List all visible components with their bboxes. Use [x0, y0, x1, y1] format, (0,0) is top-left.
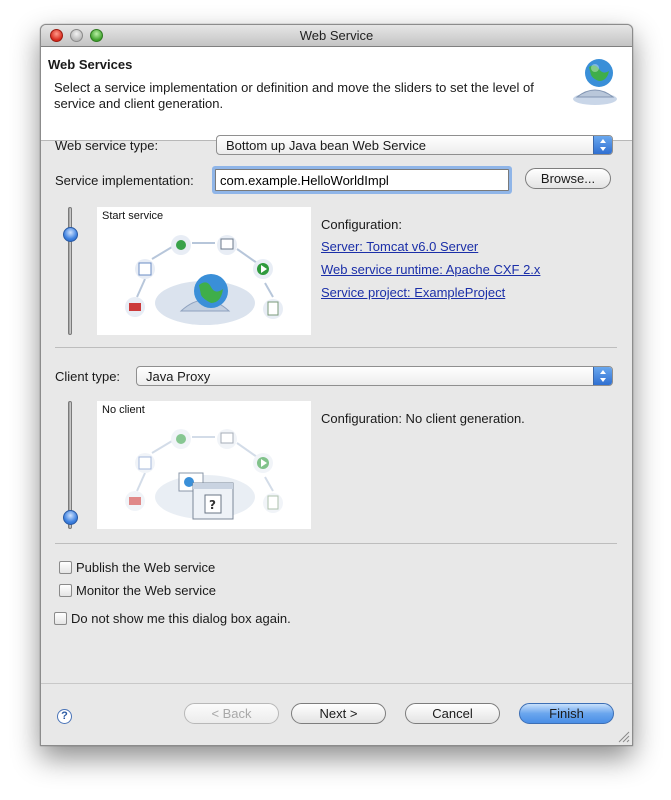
next-button[interactable]: Next > [291, 703, 386, 724]
separator [55, 347, 617, 348]
service-project-link[interactable]: Service project: ExampleProject [321, 285, 505, 300]
service-preview: Start service [97, 207, 311, 335]
service-preview-label: Start service [102, 210, 164, 222]
web-service-type-label: Web service type: [55, 138, 159, 153]
publish-checkbox[interactable] [59, 561, 72, 574]
browse-button[interactable]: Browse... [525, 168, 611, 189]
title-bar[interactable]: Web Service [41, 25, 632, 47]
unknown-client-icon: ? [178, 472, 234, 520]
service-implementation-label: Service implementation: [55, 173, 194, 188]
globe-server-icon [573, 59, 617, 105]
publish-label[interactable]: Publish the Web service [76, 560, 215, 575]
client-configuration-text: Configuration: No client generation. [321, 411, 525, 426]
web-service-runtime-link[interactable]: Web service runtime: Apache CXF 2.x [321, 262, 540, 277]
client-type-value: Java Proxy [146, 369, 211, 384]
service-slider-knob[interactable] [63, 227, 78, 242]
finish-button[interactable]: Finish [519, 703, 614, 724]
monitor-label[interactable]: Monitor the Web service [76, 583, 216, 598]
client-type-label: Client type: [55, 369, 121, 384]
banner-description: Select a service implementation or defin… [54, 80, 534, 111]
resize-grip-icon[interactable] [618, 731, 630, 743]
service-lifecycle-diagram [125, 235, 283, 325]
cancel-button[interactable]: Cancel [405, 703, 500, 724]
window-title: Web Service [299, 28, 374, 43]
help-icon[interactable]: ? [57, 709, 72, 724]
client-type-dropdown[interactable]: Java Proxy [136, 366, 613, 386]
banner-title: Web Services [48, 57, 133, 72]
svg-text:?: ? [209, 498, 216, 512]
web-service-type-value: Bottom up Java bean Web Service [226, 138, 426, 153]
stepper-arrows-icon [593, 136, 612, 154]
service-implementation-field[interactable] [215, 169, 509, 191]
client-preview: No client ? [97, 401, 311, 529]
dont-show-again-label[interactable]: Do not show me this dialog box again. [71, 611, 291, 626]
server-link[interactable]: Server: Tomcat v6.0 Server [321, 239, 478, 254]
footer-separator [41, 683, 632, 684]
web-service-type-dropdown[interactable]: Bottom up Java bean Web Service [216, 135, 613, 155]
back-button[interactable]: < Back [184, 703, 279, 724]
service-implementation-input[interactable] [216, 170, 508, 190]
client-slider-knob[interactable] [63, 510, 78, 525]
wizard-banner: Web Services Select a service implementa… [41, 47, 632, 141]
service-configuration-title: Configuration: [321, 217, 402, 232]
dont-show-again-checkbox[interactable] [54, 612, 67, 625]
monitor-checkbox[interactable] [59, 584, 72, 597]
separator [55, 543, 617, 544]
stepper-arrows-icon [593, 367, 612, 385]
web-service-dialog: Web Service Web Services Select a servic… [40, 24, 633, 746]
